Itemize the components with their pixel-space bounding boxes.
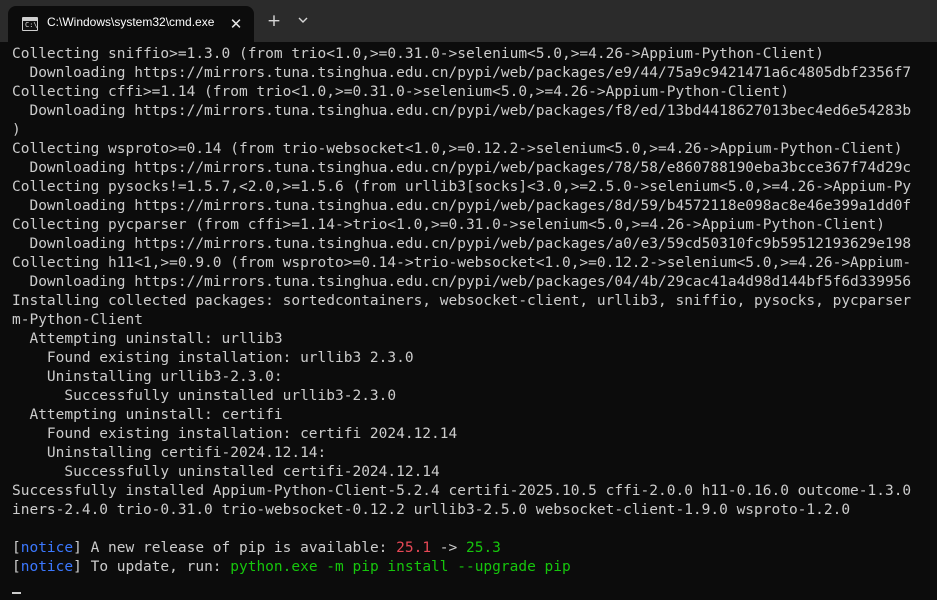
output-line: Collecting sniffio>=1.3.0 (from trio<1.0…	[12, 46, 824, 62]
output-line: Downloading https://mirrors.tuna.tsinghu…	[12, 160, 912, 176]
notice-tag: notice	[20, 559, 74, 575]
output-line: Uninstalling urllib3-2.3.0:	[12, 369, 283, 385]
output-line: Successfully uninstalled certifi-2024.12…	[12, 464, 440, 480]
output-line: Downloading https://mirrors.tuna.tsinghu…	[12, 236, 912, 252]
output-line: iners-2.4.0 trio-0.31.0 trio-websocket-0…	[12, 502, 851, 518]
output-line: Successfully installed Appium-Python-Cli…	[12, 483, 912, 499]
bracket-close: ]	[73, 559, 82, 575]
output-line: Downloading https://mirrors.tuna.tsinghu…	[12, 198, 912, 214]
title-bar: C:\ C:\Windows\system32\cmd.exe ✕ +	[0, 0, 937, 42]
new-version: 25.3	[465, 540, 501, 556]
bracket-close: ]	[73, 540, 82, 556]
output-line: Found existing installation: urllib3 2.3…	[12, 350, 414, 366]
tab-title: C:\Windows\system32\cmd.exe	[47, 15, 215, 29]
output-line: Collecting h11<1,>=0.9.0 (from wsproto>=…	[12, 255, 912, 271]
output-line: Collecting pycparser (from cffi>=1.14->t…	[12, 217, 885, 233]
output-line: Attempting uninstall: urllib3	[12, 331, 283, 347]
notice-text: A new release of pip is available:	[81, 540, 397, 556]
tab-cmd[interactable]: C:\ C:\Windows\system32\cmd.exe ✕	[8, 6, 254, 42]
bracket-open: [	[12, 540, 21, 556]
update-text: To update, run:	[81, 559, 231, 575]
terminal-window: C:\ C:\Windows\system32\cmd.exe ✕ + Coll…	[0, 0, 937, 600]
version-arrow: ->	[431, 540, 466, 556]
output-line: Downloading https://mirrors.tuna.tsinghu…	[12, 274, 912, 290]
chevron-down-icon[interactable]	[293, 11, 313, 31]
old-version: 25.1	[396, 540, 432, 556]
output-line: m-Python-Client	[12, 312, 143, 328]
terminal-output[interactable]: Collecting sniffio>=1.3.0 (from trio<1.0…	[0, 42, 937, 600]
output-line: Collecting wsproto>=0.14 (from trio-webs…	[12, 141, 903, 157]
output-line: )	[12, 122, 21, 138]
new-tab-icon[interactable]: +	[264, 11, 284, 31]
output-line: Downloading https://mirrors.tuna.tsinghu…	[12, 65, 912, 81]
pip-notice-line: [notice] A new release of pip is availab…	[12, 540, 937, 559]
output-line: Collecting pysocks!=1.5.7,<2.0,>=1.5.6 (…	[12, 179, 912, 195]
cmd-icon: C:\	[22, 17, 38, 31]
cmd-icon-label: C:\	[25, 21, 38, 29]
output-line: Installing collected packages: sortedcon…	[12, 293, 912, 309]
output-line: Successfully uninstalled urllib3-2.3.0	[12, 388, 397, 404]
output-line: Downloading https://mirrors.tuna.tsinghu…	[12, 103, 912, 119]
close-icon[interactable]: ✕	[226, 14, 246, 34]
output-line: Attempting uninstall: certifi	[12, 407, 283, 423]
output-line: Uninstalling certifi-2024.12.14:	[12, 445, 327, 461]
notice-tag: notice	[20, 540, 74, 556]
bracket-open: [	[12, 559, 21, 575]
text-cursor	[12, 592, 21, 594]
output-line: Collecting cffi>=1.14 (from trio<1.0,>=0…	[12, 84, 789, 100]
prompt-line[interactable]	[12, 578, 937, 597]
pip-update-line: [notice] To update, run: python.exe -m p…	[12, 559, 937, 578]
upgrade-command: python.exe -m pip install --upgrade pip	[230, 559, 571, 575]
output-lines: Collecting sniffio>=1.3.0 (from trio<1.0…	[12, 46, 937, 540]
output-line: Found existing installation: certifi 202…	[12, 426, 458, 442]
